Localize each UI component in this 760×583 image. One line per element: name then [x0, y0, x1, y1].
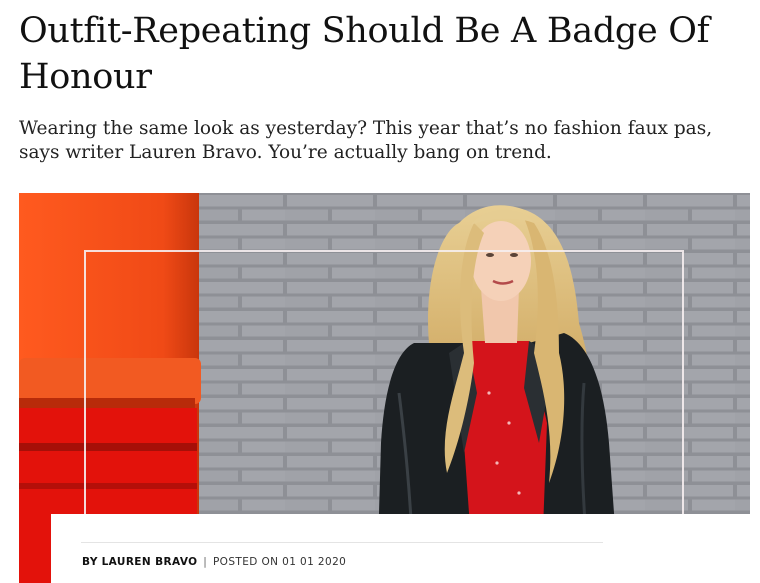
posted-date: POSTED ON 01 01 2020: [212, 556, 347, 568]
byline-prefix: BY: [82, 556, 98, 568]
article-standfirst: Wearing the same look as yesterday? This…: [19, 118, 713, 163]
byline-separator: |: [203, 556, 208, 568]
article-title: Outfit-Repeating Should Be A Badge Of Ho…: [19, 11, 710, 97]
author-link[interactable]: LAUREN BRAVO: [102, 556, 198, 568]
byline-divider: [81, 542, 603, 543]
byline: BY LAUREN BRAVO | POSTED ON 01 01 2020: [82, 556, 346, 568]
byline-card: BY LAUREN BRAVO | POSTED ON 01 01 2020: [51, 514, 760, 583]
